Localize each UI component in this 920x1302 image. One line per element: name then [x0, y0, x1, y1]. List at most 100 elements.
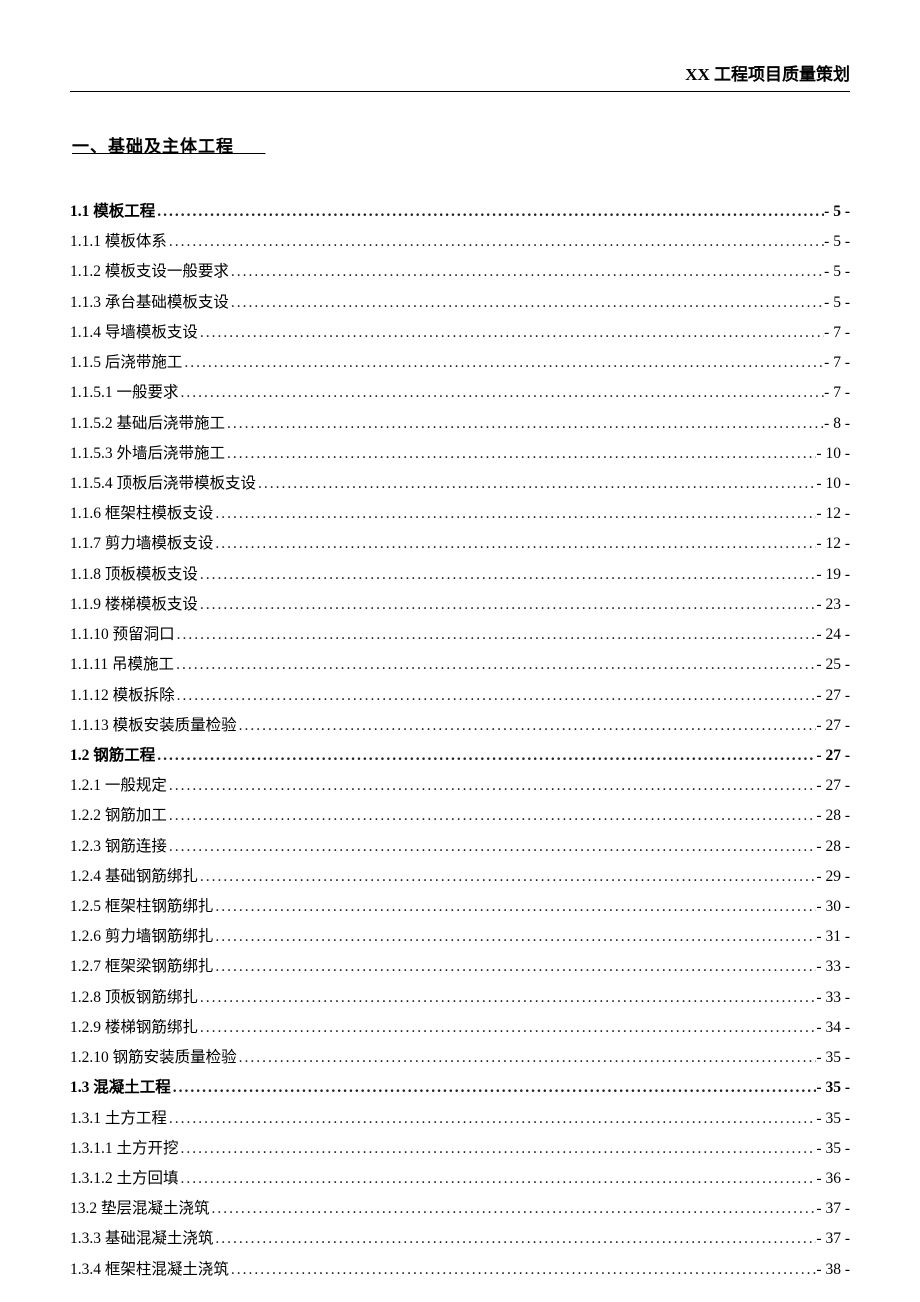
toc-entry-label: 1.2.9 楼梯钢筋绑扎	[70, 1013, 198, 1043]
toc-leader-dots: ........................................…	[213, 922, 816, 952]
toc-entry: 1.2.7 框架梁钢筋绑扎...........................…	[70, 952, 850, 982]
toc-entry-page: - 36 -	[816, 1164, 850, 1194]
toc-leader-dots: ........................................…	[237, 711, 817, 741]
page-header: XX 工程项目质量策划	[70, 60, 850, 92]
toc-leader-dots: ........................................…	[198, 318, 824, 348]
toc-entry-label: 1.3.1.1 土方开挖	[70, 1134, 179, 1164]
section-title: 一、基础及主体工程	[70, 132, 850, 157]
toc-entry: 1.1.9 楼梯模板支设............................…	[70, 590, 850, 620]
toc-entry-label: 1.1.4 导墙模板支设	[70, 318, 198, 348]
toc-entry-page: - 37 -	[816, 1194, 850, 1224]
header-title: XX 工程项目质量策划	[685, 65, 850, 84]
toc-entry: 1.3.3 基础混凝土浇筑...........................…	[70, 1224, 850, 1254]
toc-leader-dots: ........................................…	[229, 288, 824, 318]
toc-entry-page: - 28 -	[816, 801, 850, 831]
toc-entry-label: 1.1.9 楼梯模板支设	[70, 590, 198, 620]
toc-entry-label: 1.2.4 基础钢筋绑扎	[70, 862, 198, 892]
toc-entry: 1.1.5.3 外墙后浇带施工.........................…	[70, 439, 850, 469]
toc-leader-dots: ........................................…	[198, 862, 817, 892]
toc-entry: 1.3 混凝土工程...............................…	[70, 1073, 850, 1103]
toc-entry-page: - 12 -	[816, 529, 850, 559]
toc-entry-page: - 25 -	[816, 650, 850, 680]
toc-entry: 1.3.4 框架柱混凝土浇筑..........................…	[70, 1255, 850, 1285]
toc-entry-label: 1.1.6 框架柱模板支设	[70, 499, 213, 529]
toc-entry: 1.3.1.2 土方回填............................…	[70, 1164, 850, 1194]
toc-entry: 1.1.2 模板支设一般要求..........................…	[70, 257, 850, 287]
toc-leader-dots: ........................................…	[175, 620, 817, 650]
toc-leader-dots: ........................................…	[213, 1224, 816, 1254]
section-title-text: 一、基础及主体工程	[72, 137, 234, 156]
toc-entry: 13.2 垫层混凝土浇筑............................…	[70, 1194, 850, 1224]
toc-entry: 1.1.10 预留洞口.............................…	[70, 620, 850, 650]
toc-entry-label: 1.1.1 模板体系	[70, 227, 167, 257]
toc-entry-page: - 12 -	[816, 499, 850, 529]
toc-leader-dots: ........................................…	[213, 892, 816, 922]
toc-entry-page: - 27 -	[816, 771, 850, 801]
toc-entry: 1.1.8 顶板模板支设............................…	[70, 560, 850, 590]
toc-leader-dots: ........................................…	[256, 469, 816, 499]
toc-entry-page: - 33 -	[816, 952, 850, 982]
toc-entry-label: 1.1.3 承台基础模板支设	[70, 288, 229, 318]
toc-entry-label: 1.1.7 剪力墙模板支设	[70, 529, 213, 559]
toc-leader-dots: ........................................…	[167, 801, 817, 831]
toc-entry-page: - 38 -	[816, 1255, 850, 1285]
toc-leader-dots: ........................................…	[198, 560, 817, 590]
toc-leader-dots: ........................................…	[175, 681, 817, 711]
toc-entry-page: - 33 -	[816, 983, 850, 1013]
toc-entry-page: - 35 -	[816, 1134, 850, 1164]
toc-entry-page: - 27 -	[816, 711, 850, 741]
toc-entry-label: 1.1.5.4 顶板后浇带模板支设	[70, 469, 256, 499]
toc-entry: 1.3.1.1 土方开挖............................…	[70, 1134, 850, 1164]
toc-entry-label: 1.2.8 顶板钢筋绑扎	[70, 983, 198, 1013]
toc-entry-label: 1.2.6 剪力墙钢筋绑扎	[70, 922, 213, 952]
toc-entry: 1.1.1 模板体系..............................…	[70, 227, 850, 257]
toc-entry: 1.1.3 承台基础模板支设..........................…	[70, 288, 850, 318]
toc-entry-label: 1.1.11 吊模施工	[70, 650, 174, 680]
toc-entry-page: - 35 -	[816, 1104, 850, 1134]
toc-leader-dots: ........................................…	[179, 1134, 817, 1164]
toc-entry-label: 1.1.5 后浇带施工	[70, 348, 182, 378]
toc-entry: 1.1.4 导墙模板支设............................…	[70, 318, 850, 348]
toc-entry-label: 1.2.2 钢筋加工	[70, 801, 167, 831]
toc-leader-dots: ........................................…	[229, 1255, 817, 1285]
toc-entry-page: - 5 -	[824, 227, 850, 257]
toc-leader-dots: ........................................…	[225, 439, 816, 469]
toc-entry: 1.1.11 吊模施工.............................…	[70, 650, 850, 680]
toc-entry-label: 1.1.5.2 基础后浇带施工	[70, 409, 225, 439]
toc-entry-page: - 7 -	[824, 348, 850, 378]
toc-entry: 1.1.5.4 顶板后浇带模板支设.......................…	[70, 469, 850, 499]
toc-entry-page: - 8 -	[824, 409, 850, 439]
toc-entry-label: 1.1.5.1 一般要求	[70, 378, 179, 408]
toc-entry-label: 1.1.5.3 外墙后浇带施工	[70, 439, 225, 469]
toc-leader-dots: ........................................…	[179, 378, 825, 408]
toc-entry-page: - 28 -	[816, 832, 850, 862]
toc-entry-page: - 37 -	[816, 1224, 850, 1254]
toc-leader-dots: ........................................…	[171, 1073, 817, 1103]
toc-entry-label: 1.1.2 模板支设一般要求	[70, 257, 229, 287]
toc-entry-label: 13.2 垫层混凝土浇筑	[70, 1194, 210, 1224]
toc-leader-dots: ........................................…	[179, 1164, 817, 1194]
toc-entry-label: 1.1 模板工程	[70, 197, 155, 227]
toc-entry: 1.2.2 钢筋加工..............................…	[70, 801, 850, 831]
toc-leader-dots: ........................................…	[198, 590, 817, 620]
toc-leader-dots: ........................................…	[167, 227, 824, 257]
toc-entry-page: - 35 -	[816, 1043, 850, 1073]
toc-entry: 1.2 钢筋工程................................…	[70, 741, 850, 771]
toc-leader-dots: ........................................…	[225, 409, 824, 439]
toc-leader-dots: ........................................…	[167, 832, 817, 862]
toc-entry-label: 1.1.13 模板安装质量检验	[70, 711, 237, 741]
toc-entry-page: - 5 -	[824, 288, 850, 318]
toc-entry-label: 1.1.10 预留洞口	[70, 620, 175, 650]
toc-entry-label: 1.1.8 顶板模板支设	[70, 560, 198, 590]
toc-entry: 1.1.5.1 一般要求............................…	[70, 378, 850, 408]
toc-entry-page: - 23 -	[816, 590, 850, 620]
toc-entry-label: 1.2.5 框架柱钢筋绑扎	[70, 892, 213, 922]
toc-leader-dots: ........................................…	[210, 1194, 817, 1224]
toc-entry: 1.1.7 剪力墙模板支设...........................…	[70, 529, 850, 559]
toc-leader-dots: ........................................…	[229, 257, 824, 287]
toc-entry-page: - 19 -	[816, 560, 850, 590]
toc-leader-dots: ........................................…	[182, 348, 824, 378]
toc-entry-label: 1.2.7 框架梁钢筋绑扎	[70, 952, 213, 982]
toc-leader-dots: ........................................…	[213, 952, 816, 982]
toc-leader-dots: ........................................…	[155, 741, 816, 771]
